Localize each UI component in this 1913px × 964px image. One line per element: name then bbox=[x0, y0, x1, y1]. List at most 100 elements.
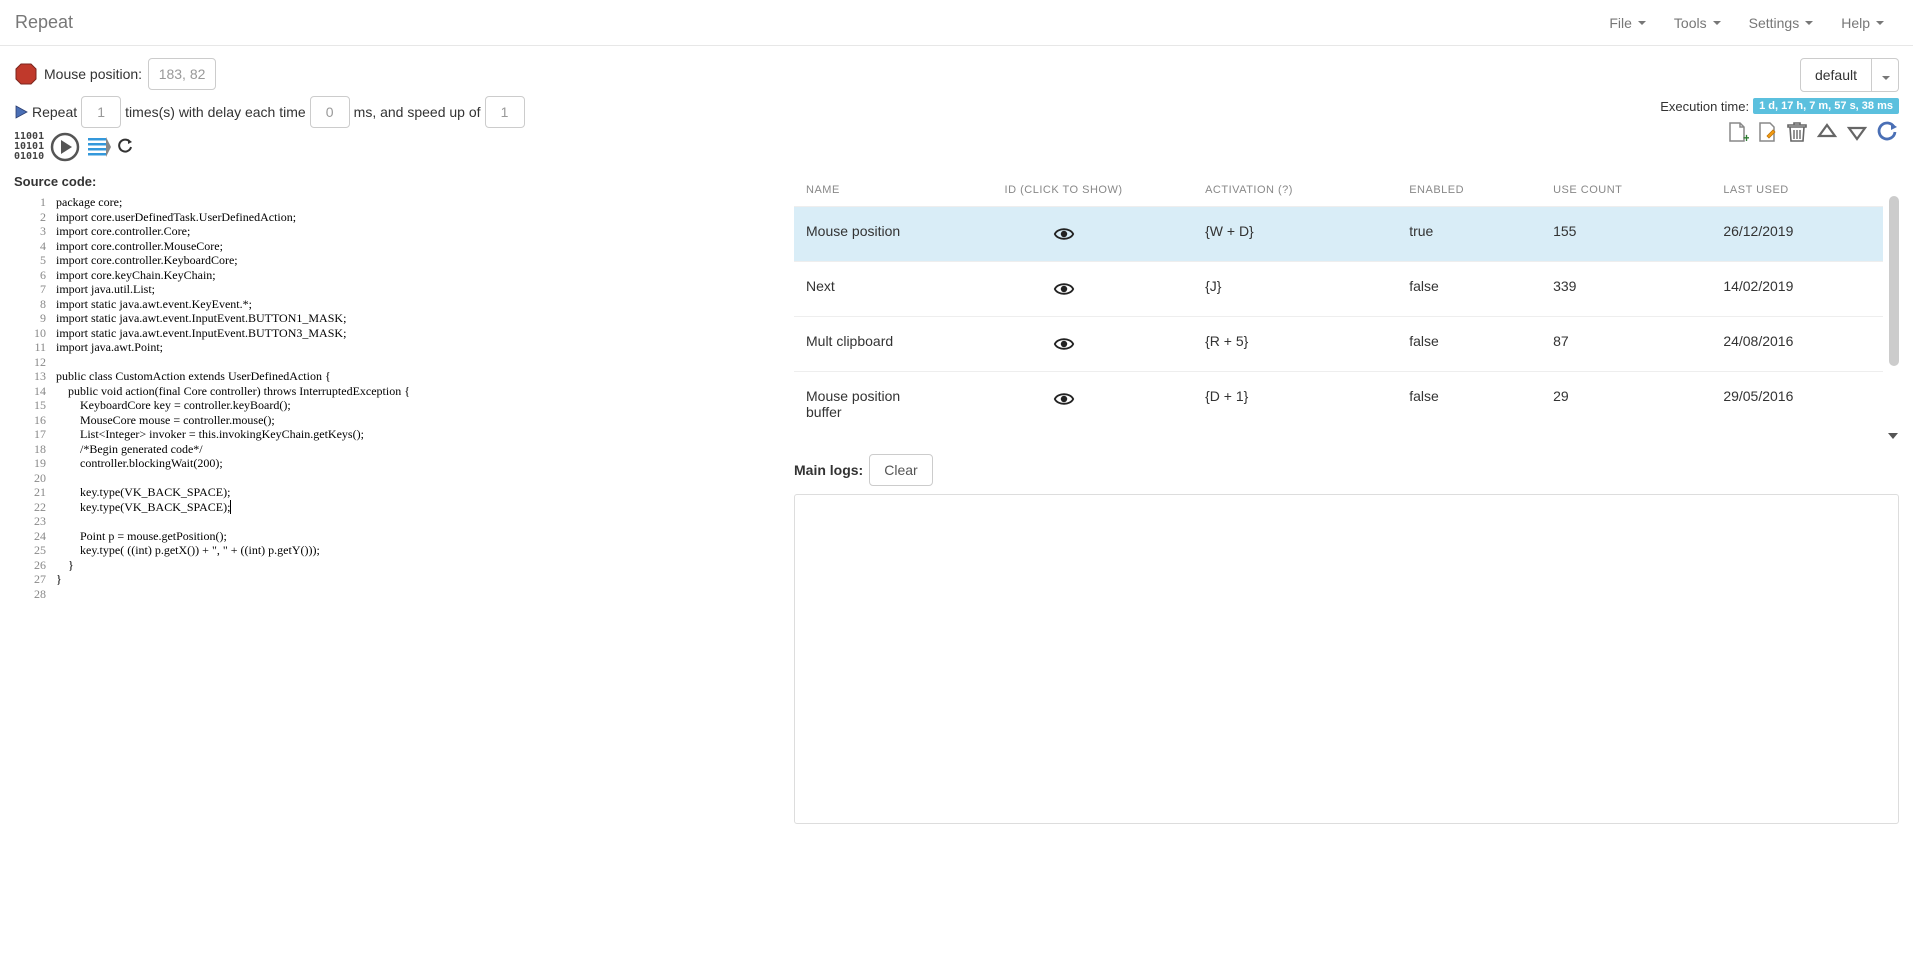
cell-id[interactable] bbox=[934, 207, 1193, 262]
top-controls-right: default Execution time: 1 d, 17 h, 7 m, … bbox=[1660, 58, 1899, 144]
task-toolbar: + bbox=[1725, 120, 1899, 144]
ms-label: ms, and speed up of bbox=[354, 104, 481, 120]
delete-task-icon[interactable] bbox=[1785, 120, 1809, 144]
source-code-label: Source code: bbox=[14, 174, 774, 189]
code-editor[interactable]: 1234567891011121314151617181920212223242… bbox=[14, 195, 774, 601]
task-table-wrap: NAME ID (CLICK TO SHOW) ACTIVATION (?) E… bbox=[794, 174, 1899, 436]
cell-use-count: 29 bbox=[1541, 372, 1711, 437]
table-row[interactable]: Mouse position buffer{D + 1}false2929/05… bbox=[794, 372, 1883, 437]
speed-input[interactable] bbox=[485, 96, 525, 128]
cell-activation: {W + D} bbox=[1193, 207, 1397, 262]
exec-time-badge: 1 d, 17 h, 7 m, 57 s, 38 ms bbox=[1753, 98, 1899, 114]
content-split: Source code: 123456789101112131415161718… bbox=[14, 174, 1899, 824]
binary-icon: 11001 10101 01010 bbox=[14, 132, 46, 162]
top-controls-left: Mouse position: Repeat times(s) with del… bbox=[14, 58, 525, 162]
default-profile-button[interactable]: default bbox=[1800, 58, 1872, 92]
eye-icon[interactable] bbox=[1053, 278, 1075, 300]
cell-id[interactable] bbox=[934, 372, 1193, 437]
cell-id[interactable] bbox=[934, 317, 1193, 372]
compile-row: 11001 10101 01010 bbox=[14, 132, 525, 162]
menu-file-label: File bbox=[1609, 15, 1632, 31]
caret-down-icon bbox=[1876, 21, 1884, 25]
col-use-count: USE COUNT bbox=[1541, 174, 1711, 207]
eye-icon[interactable] bbox=[1053, 388, 1075, 410]
cell-name: Mouse position bbox=[794, 207, 934, 262]
col-id: ID (CLICK TO SHOW) bbox=[934, 174, 1193, 207]
cell-use-count: 339 bbox=[1541, 262, 1711, 317]
mouse-position-input[interactable] bbox=[148, 58, 216, 90]
repeat-label: Repeat bbox=[32, 104, 77, 120]
code-body[interactable]: package core;import core.userDefinedTask… bbox=[52, 195, 774, 601]
new-task-icon[interactable]: + bbox=[1725, 120, 1749, 144]
caret-down-icon bbox=[1805, 21, 1813, 25]
main-logs-row: Main logs: Clear bbox=[794, 454, 1899, 486]
table-dropdown-icon[interactable] bbox=[1887, 430, 1899, 442]
cell-enabled: false bbox=[1397, 262, 1541, 317]
main-logs-label: Main logs: bbox=[794, 462, 863, 478]
cell-name: Mouse position buffer bbox=[794, 372, 934, 437]
edit-task-icon[interactable] bbox=[1755, 120, 1779, 144]
play-icon[interactable] bbox=[14, 105, 28, 119]
cell-enabled: false bbox=[1397, 317, 1541, 372]
refresh-icon[interactable] bbox=[116, 138, 134, 156]
compile-run-icon[interactable] bbox=[50, 132, 80, 162]
caret-down-icon bbox=[1713, 21, 1721, 25]
move-up-icon[interactable] bbox=[1815, 120, 1839, 144]
default-profile-dropdown[interactable] bbox=[1872, 58, 1899, 92]
caret-down-icon bbox=[1638, 21, 1646, 25]
menu-tools-label: Tools bbox=[1674, 15, 1707, 31]
source-panel: Source code: 123456789101112131415161718… bbox=[14, 174, 774, 824]
scrollbar[interactable] bbox=[1889, 196, 1899, 366]
menu-help-label: Help bbox=[1841, 15, 1870, 31]
cell-last-used: 14/02/2019 bbox=[1711, 262, 1883, 317]
main-panel: Mouse position: Repeat times(s) with del… bbox=[0, 46, 1913, 836]
cell-last-used: 29/05/2016 bbox=[1711, 372, 1883, 437]
cell-id[interactable] bbox=[934, 262, 1193, 317]
move-down-icon[interactable] bbox=[1845, 120, 1869, 144]
cell-name: Next bbox=[794, 262, 934, 317]
cell-enabled: false bbox=[1397, 372, 1541, 437]
cell-name: Mult clipboard bbox=[794, 317, 934, 372]
col-name: NAME bbox=[794, 174, 934, 207]
table-row[interactable]: Mouse position {W + D}true15526/12/2019 bbox=[794, 207, 1883, 262]
repeat-row: Repeat times(s) with delay each time ms,… bbox=[14, 96, 525, 128]
table-header-row: NAME ID (CLICK TO SHOW) ACTIVATION (?) E… bbox=[794, 174, 1883, 207]
code-gutter: 1234567891011121314151617181920212223242… bbox=[14, 195, 52, 601]
exec-time-label: Execution time: bbox=[1660, 99, 1749, 114]
mouse-position-label: Mouse position: bbox=[44, 66, 142, 82]
col-enabled: ENABLED bbox=[1397, 174, 1541, 207]
mouse-position-row: Mouse position: bbox=[14, 58, 525, 90]
eye-icon[interactable] bbox=[1053, 333, 1075, 355]
menu-tools[interactable]: Tools bbox=[1660, 15, 1735, 31]
navbar-brand[interactable]: Repeat bbox=[15, 12, 73, 33]
task-table: NAME ID (CLICK TO SHOW) ACTIVATION (?) E… bbox=[794, 174, 1883, 436]
menu-help[interactable]: Help bbox=[1827, 15, 1898, 31]
format-code-icon[interactable] bbox=[84, 133, 112, 161]
cell-enabled: true bbox=[1397, 207, 1541, 262]
col-activation: ACTIVATION (?) bbox=[1193, 174, 1397, 207]
cell-use-count: 155 bbox=[1541, 207, 1711, 262]
menu-file[interactable]: File bbox=[1595, 15, 1660, 31]
clear-logs-button[interactable]: Clear bbox=[869, 454, 932, 486]
default-profile-group: default bbox=[1800, 58, 1899, 92]
delay-input[interactable] bbox=[310, 96, 350, 128]
table-row[interactable]: Mult clipboard{R + 5}false8724/08/2016 bbox=[794, 317, 1883, 372]
cell-activation: {J} bbox=[1193, 262, 1397, 317]
navbar: Repeat File Tools Settings Help bbox=[0, 0, 1913, 46]
top-controls: Mouse position: Repeat times(s) with del… bbox=[14, 58, 1899, 162]
record-icon[interactable] bbox=[14, 62, 38, 86]
exec-time-row: Execution time: 1 d, 17 h, 7 m, 57 s, 38… bbox=[1660, 98, 1899, 114]
menu-settings[interactable]: Settings bbox=[1735, 15, 1828, 31]
navbar-menu: File Tools Settings Help bbox=[1595, 15, 1898, 31]
reload-tasks-icon[interactable] bbox=[1875, 120, 1899, 144]
col-last-used: LAST USED bbox=[1711, 174, 1883, 207]
table-row[interactable]: Next {J}false33914/02/2019 bbox=[794, 262, 1883, 317]
cell-use-count: 87 bbox=[1541, 317, 1711, 372]
eye-icon[interactable] bbox=[1053, 223, 1075, 245]
caret-down-icon bbox=[1882, 76, 1890, 80]
tasks-panel: NAME ID (CLICK TO SHOW) ACTIVATION (?) E… bbox=[794, 174, 1899, 824]
logs-box[interactable] bbox=[794, 494, 1899, 824]
cell-last-used: 24/08/2016 bbox=[1711, 317, 1883, 372]
repeat-count-input[interactable] bbox=[81, 96, 121, 128]
cell-last-used: 26/12/2019 bbox=[1711, 207, 1883, 262]
